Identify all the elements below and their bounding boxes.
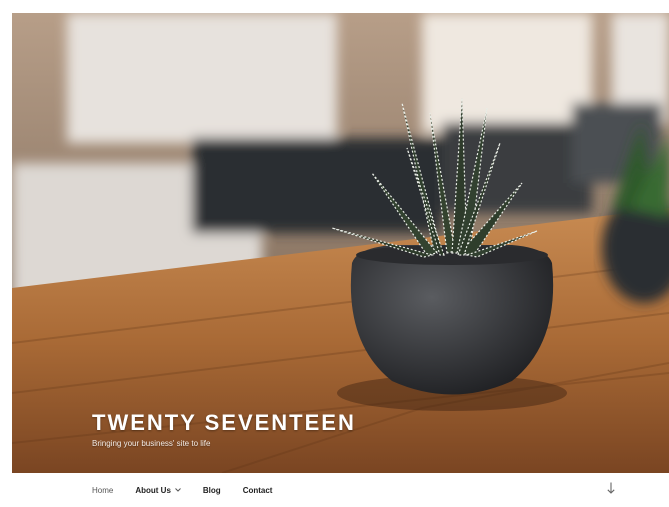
- primary-menu: Home About Us Blog Contact: [92, 473, 294, 507]
- menu-item-contact[interactable]: Contact: [243, 486, 273, 495]
- menu-item-about-us[interactable]: About Us: [135, 486, 181, 495]
- scroll-down-button[interactable]: [604, 482, 618, 498]
- main-navigation: Home About Us Blog Contact: [12, 473, 669, 507]
- menu-item-blog[interactable]: Blog: [203, 486, 221, 495]
- menu-item-about-us-label: About Us: [135, 485, 171, 495]
- hero-photo: [12, 13, 669, 473]
- chevron-down-icon: [175, 487, 181, 494]
- page: TWENTY SEVENTEEN Bringing your business'…: [0, 0, 669, 507]
- menu-item-home[interactable]: Home: [92, 486, 113, 495]
- header-hero-image: TWENTY SEVENTEEN Bringing your business'…: [12, 13, 669, 473]
- site-branding: TWENTY SEVENTEEN Bringing your business'…: [92, 410, 356, 450]
- site-title-link[interactable]: TWENTY SEVENTEEN: [92, 410, 356, 436]
- site-description: Bringing your business' site to life: [92, 439, 211, 448]
- arrow-down-icon: [607, 481, 615, 499]
